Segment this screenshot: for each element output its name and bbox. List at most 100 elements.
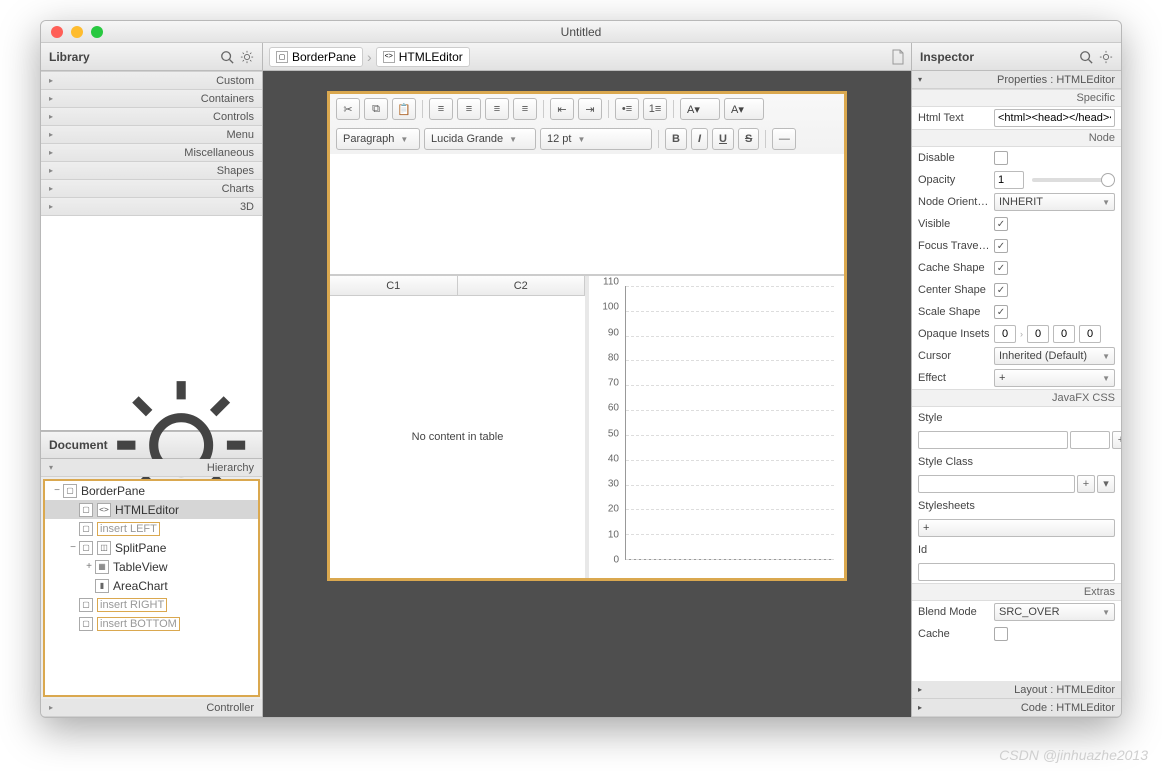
- tree-node-insert-left[interactable]: ▢insert LEFT: [45, 519, 258, 538]
- align-center-button[interactable]: ≡: [457, 98, 481, 120]
- hierarchy-tree: −▢BorderPane▢<>HTMLEditor▢insert LEFT−▢◫…: [43, 479, 260, 697]
- area-chart[interactable]: 0102030405060708090100110: [589, 276, 844, 578]
- code-section-header[interactable]: ▸Code : HTMLEditor: [912, 699, 1121, 717]
- center-column: ▢BorderPane › <>HTMLEditor ✂ ⧉ 📋 ≡ ≡: [263, 43, 911, 717]
- tree-node-htmleditor[interactable]: ▢<>HTMLEditor: [45, 500, 258, 519]
- visible-checkbox[interactable]: ✓: [994, 217, 1008, 231]
- opacity-slider[interactable]: [1032, 178, 1115, 182]
- number-list-button[interactable]: 1≡: [643, 98, 667, 120]
- underline-button[interactable]: U: [712, 128, 734, 150]
- style-add[interactable]: +: [1112, 431, 1121, 449]
- font-size-combo[interactable]: 12 pt▼: [540, 128, 652, 150]
- lib-section-controls[interactable]: ▸Controls: [41, 108, 262, 126]
- focus-checkbox[interactable]: ✓: [994, 239, 1008, 253]
- tree-node-tableview[interactable]: +▦TableView: [45, 557, 258, 576]
- align-left-button[interactable]: ≡: [429, 98, 453, 120]
- effect-combo[interactable]: +▼: [994, 369, 1115, 387]
- inset-right[interactable]: [1027, 325, 1049, 343]
- breadcrumb-item-borderpane[interactable]: ▢BorderPane: [269, 47, 363, 67]
- search-icon[interactable]: [220, 50, 234, 64]
- hr-button[interactable]: ―: [772, 128, 796, 150]
- lib-section-containers[interactable]: ▸Containers: [41, 90, 262, 108]
- node-header: Node: [912, 129, 1121, 147]
- design-canvas[interactable]: ✂ ⧉ 📋 ≡ ≡ ≡ ≡ ⇤ ⇥ •≡: [263, 71, 911, 717]
- id-input[interactable]: [918, 563, 1115, 581]
- font-combo[interactable]: Lucida Grande▼: [424, 128, 536, 150]
- lib-section-3d[interactable]: ▸3D: [41, 198, 262, 216]
- html-text-input[interactable]: [994, 109, 1115, 127]
- search-icon[interactable]: [1079, 50, 1093, 64]
- design-root: ✂ ⧉ 📋 ≡ ≡ ≡ ≡ ⇤ ⇥ •≡: [327, 91, 847, 581]
- tree-node-areachart[interactable]: ▮AreaChart: [45, 576, 258, 595]
- properties-section-header[interactable]: ▾Properties : HTMLEditor: [912, 71, 1121, 89]
- lib-section-custom[interactable]: ▸Custom: [41, 72, 262, 90]
- lib-section-menu[interactable]: ▸Menu: [41, 126, 262, 144]
- table-view[interactable]: C1 C2 No content in table: [330, 276, 589, 578]
- app-window: Untitled Library ▸Custom ▸Containers ▸Co…: [40, 20, 1122, 718]
- gear-icon[interactable]: [1099, 50, 1113, 64]
- styleclass-menu[interactable]: ▾: [1097, 475, 1115, 493]
- style-input[interactable]: [918, 431, 1068, 449]
- hierarchy-header[interactable]: ▾Hierarchy: [41, 459, 262, 477]
- align-justify-button[interactable]: ≡: [513, 98, 537, 120]
- cut-button[interactable]: ✂: [336, 98, 360, 120]
- tree-node-splitpane[interactable]: −▢◫SplitPane: [45, 538, 258, 557]
- breadcrumb-item-htmleditor[interactable]: <>HTMLEditor: [376, 47, 470, 67]
- center-shape-checkbox[interactable]: ✓: [994, 283, 1008, 297]
- app-body: Library ▸Custom ▸Containers ▸Controls ▸M…: [41, 43, 1121, 717]
- window-title: Untitled: [41, 25, 1121, 39]
- blend-combo[interactable]: SRC_OVER▼: [994, 603, 1115, 621]
- inspector-panel: Inspector ▾Properties : HTMLEditor Speci…: [911, 43, 1121, 717]
- gear-icon[interactable]: [240, 50, 254, 64]
- split-pane: C1 C2 No content in table 01020304050607…: [330, 275, 844, 578]
- orientation-combo[interactable]: INHERIT▼: [994, 193, 1115, 211]
- strike-button[interactable]: S: [738, 128, 759, 150]
- cursor-combo[interactable]: Inherited (Default)▼: [994, 347, 1115, 365]
- fg-color-picker[interactable]: A▾: [680, 98, 720, 120]
- indent-button[interactable]: ⇥: [578, 98, 602, 120]
- tree-node-insert-bottom[interactable]: ▢insert BOTTOM: [45, 614, 258, 633]
- styleclass-input[interactable]: [918, 475, 1075, 493]
- italic-button[interactable]: I: [691, 128, 708, 150]
- paste-button[interactable]: 📋: [392, 98, 416, 120]
- document-icon[interactable]: [891, 49, 905, 65]
- lib-section-shapes[interactable]: ▸Shapes: [41, 162, 262, 180]
- lib-section-charts[interactable]: ▸Charts: [41, 180, 262, 198]
- tree-node-insert-right[interactable]: ▢insert RIGHT: [45, 595, 258, 614]
- controller-header[interactable]: ▸Controller: [41, 699, 262, 717]
- align-right-button[interactable]: ≡: [485, 98, 509, 120]
- col-c1[interactable]: C1: [330, 276, 458, 295]
- outdent-button[interactable]: ⇤: [550, 98, 574, 120]
- scale-shape-checkbox[interactable]: ✓: [994, 305, 1008, 319]
- watermark: CSDN @jinhuazhe2013: [999, 747, 1148, 763]
- titlebar: Untitled: [41, 21, 1121, 43]
- chevron-right-icon: ›: [367, 49, 372, 65]
- editor-content[interactable]: [330, 154, 844, 274]
- inspector-header: Inspector: [912, 43, 1121, 71]
- cache-checkbox[interactable]: [994, 627, 1008, 641]
- tree-node-borderpane[interactable]: −▢BorderPane: [45, 481, 258, 500]
- lib-section-misc[interactable]: ▸Miscellaneous: [41, 144, 262, 162]
- bullet-list-button[interactable]: •≡: [615, 98, 639, 120]
- library-title: Library: [49, 50, 90, 64]
- inset-bottom[interactable]: [1053, 325, 1075, 343]
- opacity-input[interactable]: [994, 171, 1024, 189]
- breadcrumb: ▢BorderPane › <>HTMLEditor: [263, 43, 911, 71]
- inset-left[interactable]: [1079, 325, 1101, 343]
- col-c2[interactable]: C2: [458, 276, 586, 295]
- bg-color-picker[interactable]: A▾: [724, 98, 764, 120]
- disable-checkbox[interactable]: [994, 151, 1008, 165]
- toolbar-row-2: Paragraph▼ Lucida Grande▼ 12 pt▼ B I U S…: [330, 124, 844, 154]
- paragraph-combo[interactable]: Paragraph▼: [336, 128, 420, 150]
- inset-top[interactable]: [994, 325, 1016, 343]
- cache-shape-checkbox[interactable]: ✓: [994, 261, 1008, 275]
- layout-section-header[interactable]: ▸Layout : HTMLEditor: [912, 681, 1121, 699]
- style-value-input[interactable]: [1070, 431, 1110, 449]
- stylesheets-combo[interactable]: +: [918, 519, 1115, 537]
- table-placeholder: No content in table: [330, 296, 585, 578]
- library-header: Library: [41, 43, 262, 71]
- css-header: JavaFX CSS: [912, 389, 1121, 407]
- copy-button[interactable]: ⧉: [364, 98, 388, 120]
- styleclass-add[interactable]: +: [1077, 475, 1095, 493]
- bold-button[interactable]: B: [665, 128, 687, 150]
